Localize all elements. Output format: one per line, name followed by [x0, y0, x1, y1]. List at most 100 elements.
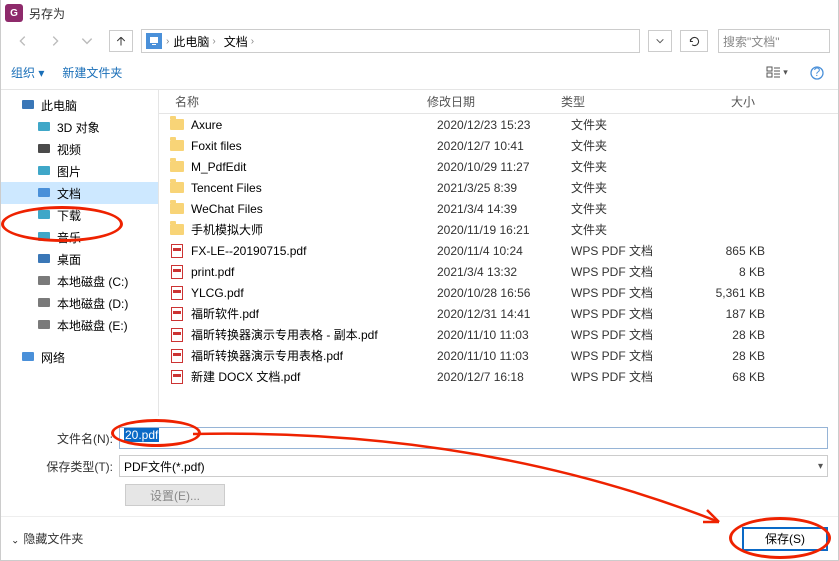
- recent-dropdown[interactable]: [73, 30, 101, 52]
- sidebar-item-label: 网络: [41, 349, 65, 366]
- sidebar-item-label: 本地磁盘 (D:): [57, 295, 128, 312]
- up-button[interactable]: [109, 30, 133, 52]
- file-name: 手机模拟大师: [191, 221, 437, 238]
- file-row[interactable]: Axure2020/12/23 15:23文件夹: [159, 114, 838, 135]
- file-name: print.pdf: [191, 265, 437, 279]
- refresh-button[interactable]: [680, 30, 708, 52]
- sidebar-item-disk[interactable]: 本地磁盘 (E:): [1, 314, 158, 336]
- file-row[interactable]: 新建 DOCX 文档.pdf2020/12/7 16:18WPS PDF 文档6…: [159, 366, 838, 387]
- file-date: 2020/11/4 10:24: [437, 244, 571, 258]
- file-row[interactable]: WeChat Files2021/3/4 14:39文件夹: [159, 198, 838, 219]
- sidebar-item-pc[interactable]: 此电脑: [1, 94, 158, 116]
- file-date: 2020/12/7 16:18: [437, 370, 571, 384]
- sidebar-item-image[interactable]: 图片: [1, 160, 158, 182]
- col-type[interactable]: 类型: [561, 93, 675, 110]
- svg-text:?: ?: [814, 66, 821, 79]
- file-name: Axure: [191, 118, 437, 132]
- sidebar-item-label: 文档: [57, 185, 81, 202]
- col-name[interactable]: 名称: [159, 93, 427, 110]
- pc-icon: [146, 33, 162, 49]
- hide-folders-toggle[interactable]: ⌃ 隐藏文件夹: [11, 530, 83, 547]
- sidebar-item-disk[interactable]: 本地磁盘 (D:): [1, 292, 158, 314]
- col-date[interactable]: 修改日期: [427, 93, 561, 110]
- forward-button[interactable]: [41, 30, 69, 52]
- folder-icon: [169, 180, 185, 196]
- file-type: WPS PDF 文档: [571, 347, 685, 364]
- file-type: WPS PDF 文档: [571, 263, 685, 280]
- help-button[interactable]: ?: [806, 62, 828, 84]
- sidebar-item-3d[interactable]: 3D 对象: [1, 116, 158, 138]
- sidebar-item-video[interactable]: 视频: [1, 138, 158, 160]
- file-row[interactable]: 福昕软件.pdf2020/12/31 14:41WPS PDF 文档187 KB: [159, 303, 838, 324]
- file-type: 文件夹: [571, 179, 685, 196]
- 3d-icon: [37, 120, 51, 134]
- music-icon: [37, 230, 51, 244]
- file-size: 8 KB: [685, 265, 785, 279]
- search-input[interactable]: 搜索"文档": [718, 29, 830, 53]
- doc-icon: [37, 186, 51, 200]
- file-date: 2021/3/4 14:39: [437, 202, 571, 216]
- file-type: 文件夹: [571, 116, 685, 133]
- footer: ⌃ 隐藏文件夹 保存(S): [1, 516, 838, 560]
- file-row[interactable]: Tencent Files2021/3/25 8:39文件夹: [159, 177, 838, 198]
- filename-input[interactable]: 20.pdf: [119, 427, 828, 449]
- sidebar-item-net[interactable]: 网络: [1, 346, 158, 368]
- sidebar-item-download[interactable]: 下载: [1, 204, 158, 226]
- file-row[interactable]: print.pdf2021/3/4 13:32WPS PDF 文档8 KB: [159, 261, 838, 282]
- file-list[interactable]: Axure2020/12/23 15:23文件夹Foxit files2020/…: [159, 114, 838, 416]
- net-icon: [21, 350, 35, 364]
- path-seg-docs[interactable]: 文档›: [220, 33, 258, 50]
- path-dropdown[interactable]: [648, 30, 672, 52]
- sidebar-item-music[interactable]: 音乐: [1, 226, 158, 248]
- sidebar-item-disk[interactable]: 本地磁盘 (C:): [1, 270, 158, 292]
- file-row[interactable]: FX-LE--20190715.pdf2020/11/4 10:24WPS PD…: [159, 240, 838, 261]
- help-icon: ?: [810, 66, 824, 80]
- sidebar-item-desktop[interactable]: 桌面: [1, 248, 158, 270]
- new-folder-button[interactable]: 新建文件夹: [62, 64, 122, 81]
- file-row[interactable]: 福昕转换器演示专用表格 - 副本.pdf2020/11/10 11:03WPS …: [159, 324, 838, 345]
- file-area: 名称 修改日期 类型 大小 Axure2020/12/23 15:23文件夹Fo…: [159, 90, 838, 416]
- file-type: WPS PDF 文档: [571, 326, 685, 343]
- file-type: 文件夹: [571, 221, 685, 238]
- disk-icon: [37, 318, 51, 332]
- save-button[interactable]: 保存(S): [742, 527, 828, 551]
- file-row[interactable]: M_PdfEdit2020/10/29 11:27文件夹: [159, 156, 838, 177]
- disk-icon: [37, 274, 51, 288]
- file-row[interactable]: YLCG.pdf2020/10/28 16:56WPS PDF 文档5,361 …: [159, 282, 838, 303]
- file-type: WPS PDF 文档: [571, 368, 685, 385]
- arrow-left-icon: [16, 34, 30, 48]
- path-seg-pc[interactable]: 此电脑›: [169, 33, 219, 50]
- filetype-value: PDF文件(*.pdf): [124, 458, 205, 475]
- file-type: WPS PDF 文档: [571, 284, 685, 301]
- file-name: 福昕转换器演示专用表格 - 副本.pdf: [191, 326, 437, 343]
- file-name: YLCG.pdf: [191, 286, 437, 300]
- file-name: 福昕软件.pdf: [191, 305, 437, 322]
- sidebar-item-label: 3D 对象: [57, 119, 100, 136]
- file-size: 28 KB: [685, 349, 785, 363]
- col-size[interactable]: 大小: [675, 93, 775, 110]
- file-date: 2020/12/31 14:41: [437, 307, 571, 321]
- arrow-up-icon: [115, 35, 127, 47]
- file-date: 2020/11/10 11:03: [437, 328, 571, 342]
- organize-menu[interactable]: 组织 ▾: [11, 64, 44, 81]
- file-name: 福昕转换器演示专用表格.pdf: [191, 347, 437, 364]
- file-row[interactable]: Foxit files2020/12/7 10:41文件夹: [159, 135, 838, 156]
- settings-button[interactable]: 设置(E)...: [125, 484, 225, 506]
- back-button[interactable]: [9, 30, 37, 52]
- file-type: 文件夹: [571, 158, 685, 175]
- file-date: 2020/12/7 10:41: [437, 139, 571, 153]
- desktop-icon: [37, 252, 51, 266]
- path-box[interactable]: › 此电脑› 文档›: [141, 29, 640, 53]
- file-row[interactable]: 福昕转换器演示专用表格.pdf2020/11/10 11:03WPS PDF 文…: [159, 345, 838, 366]
- file-row[interactable]: 手机模拟大师2020/11/19 16:21文件夹: [159, 219, 838, 240]
- pc-icon: [21, 98, 35, 112]
- sidebar-item-doc[interactable]: 文档: [1, 182, 158, 204]
- file-size: 5,361 KB: [685, 286, 785, 300]
- file-name: M_PdfEdit: [191, 160, 437, 174]
- view-options-button[interactable]: ▾: [766, 62, 788, 84]
- filetype-select[interactable]: PDF文件(*.pdf) ▾: [119, 455, 828, 477]
- sidebar-item-label: 音乐: [57, 229, 81, 246]
- sidebar-item-spacer: [1, 336, 158, 346]
- folder-icon: [169, 222, 185, 238]
- filename-label: 文件名(N):: [11, 430, 119, 447]
